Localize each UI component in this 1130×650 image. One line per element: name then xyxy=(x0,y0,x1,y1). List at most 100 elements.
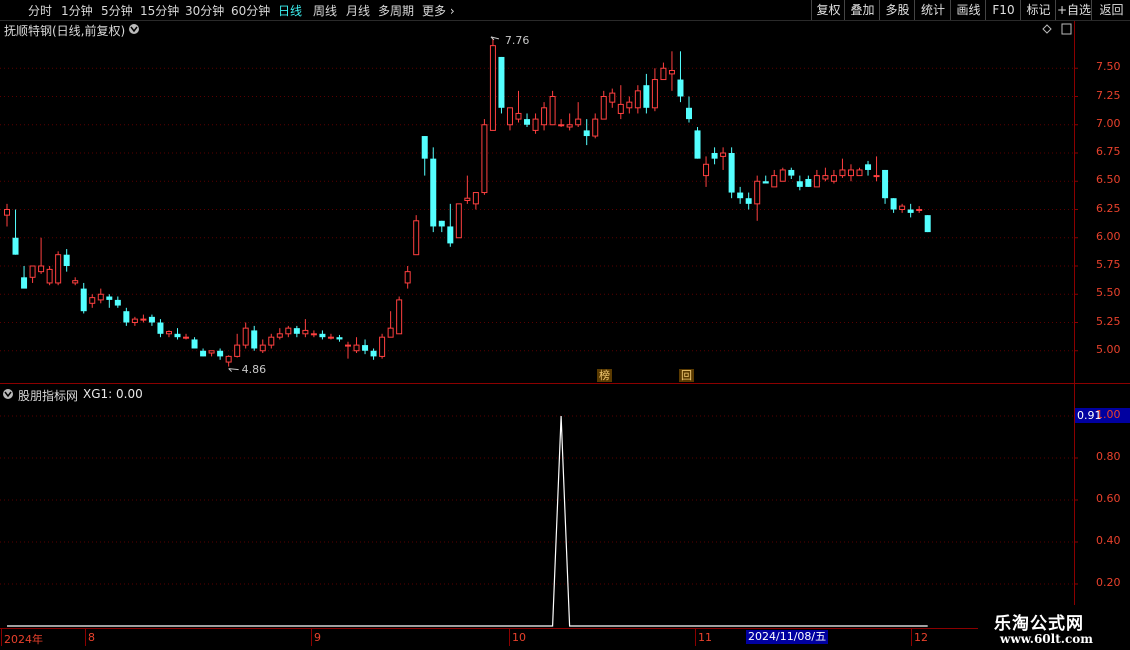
kline-chart xyxy=(0,21,1130,646)
candle-body xyxy=(830,175,837,182)
candle-body xyxy=(234,344,241,357)
candle-body xyxy=(609,92,616,103)
candle-body xyxy=(55,254,62,284)
candle-body xyxy=(72,280,79,284)
candle-body xyxy=(140,318,147,321)
candle-body xyxy=(302,329,309,335)
candle-body xyxy=(404,271,411,284)
candle-body xyxy=(626,101,633,109)
candle-body xyxy=(362,345,369,351)
candle-body xyxy=(600,96,607,120)
candle-body xyxy=(651,79,658,109)
event-marker[interactable]: 榜 xyxy=(597,369,612,382)
candle-body xyxy=(327,336,334,339)
title-dropdown-icon xyxy=(129,24,139,34)
candle-body xyxy=(720,152,727,157)
candle-body xyxy=(472,192,479,205)
candle-body xyxy=(856,169,863,177)
indicator-dropdown-icon xyxy=(3,389,13,399)
candle-body xyxy=(174,333,181,338)
candle-body xyxy=(319,333,326,338)
candle-body xyxy=(21,277,28,289)
candle-body xyxy=(200,350,207,357)
candle-body xyxy=(771,175,778,188)
time-axis-label: 10 xyxy=(512,631,526,644)
watermark-url: www.60lt.com xyxy=(1000,632,1093,646)
candle-body xyxy=(421,136,428,159)
indicator-axis-label: 0.80 xyxy=(1096,450,1121,463)
candle-body xyxy=(97,293,104,301)
candle-body xyxy=(617,103,624,114)
candle-body xyxy=(558,124,565,127)
candle-body xyxy=(225,355,232,363)
price-axis-label: 6.50 xyxy=(1096,173,1121,187)
current-value-label: 0.91 xyxy=(1077,409,1102,422)
candle-body xyxy=(865,164,872,170)
indicator-axis-label: 0.20 xyxy=(1096,576,1121,589)
candle-body xyxy=(541,107,548,126)
candle-body xyxy=(242,327,249,346)
price-axis-label: 6.75 xyxy=(1096,145,1121,158)
candle-body xyxy=(251,330,258,349)
candle-body xyxy=(4,209,10,216)
candle-body xyxy=(805,178,812,187)
indicator-axis-label: 0.40 xyxy=(1096,534,1121,547)
candle-body xyxy=(660,67,667,81)
stock-title: 抚顺特钢(日线,前复权) xyxy=(4,24,126,38)
candle-body xyxy=(583,130,590,137)
price-axis-label: 6.00 xyxy=(1096,229,1121,243)
candle-body xyxy=(106,296,113,300)
candle-body xyxy=(643,85,650,108)
candle-body xyxy=(924,215,931,233)
candle-body xyxy=(131,318,138,323)
candle-body xyxy=(916,209,923,211)
high-price-marker: 7.76 xyxy=(504,33,530,47)
candle-body xyxy=(575,118,582,126)
candle-body xyxy=(668,70,675,75)
candle-body xyxy=(762,181,769,184)
low-marker-arrow xyxy=(228,368,239,372)
candle-body xyxy=(788,169,795,176)
candle-body xyxy=(46,268,53,284)
candle-body xyxy=(353,344,360,352)
candle-body xyxy=(165,331,172,335)
candle-body xyxy=(711,153,718,159)
candle-body xyxy=(873,175,880,178)
candle-body xyxy=(379,336,386,357)
time-axis-label: 11 xyxy=(698,631,712,644)
time-axis-label: 9 xyxy=(314,631,321,644)
time-axis-label: 2024年 xyxy=(4,633,43,646)
time-axis-label: 12 xyxy=(914,631,928,644)
candle-body xyxy=(634,90,641,109)
candle-body xyxy=(813,175,820,188)
candle-body xyxy=(455,203,462,239)
price-axis-label: 5.75 xyxy=(1096,258,1121,271)
candle-body xyxy=(489,45,496,131)
candle-body xyxy=(592,118,599,137)
event-marker[interactable]: 回 xyxy=(679,369,694,382)
indicator-axis-label: 0.60 xyxy=(1096,492,1121,505)
candle-body xyxy=(899,205,906,211)
candle-body xyxy=(737,192,744,199)
watermark: 乐淘公式网 www.60lt.com xyxy=(978,605,1130,650)
candle-body xyxy=(907,209,914,213)
price-axis-label: 5.50 xyxy=(1096,286,1121,300)
price-axis-label: 7.50 xyxy=(1096,60,1121,74)
indicator-panel-title: 股朋指标网 xyxy=(18,389,79,403)
xg1-signal-line xyxy=(7,415,928,627)
indicator-value-label: XG1: 0.00 xyxy=(83,387,143,401)
price-axis-label: 6.25 xyxy=(1096,201,1121,215)
candle-body xyxy=(268,336,275,346)
candle-body xyxy=(430,158,437,227)
candle-body xyxy=(890,198,897,210)
candle-body xyxy=(310,333,317,336)
price-axis-label: 7.25 xyxy=(1096,88,1121,102)
candle-body xyxy=(208,350,215,354)
candle-body xyxy=(114,299,121,306)
candle-body xyxy=(336,337,343,340)
candle-body xyxy=(506,107,513,126)
candle-body xyxy=(754,180,761,205)
candle-body xyxy=(387,327,394,338)
candle-body xyxy=(259,344,266,352)
candle-body xyxy=(29,265,36,278)
